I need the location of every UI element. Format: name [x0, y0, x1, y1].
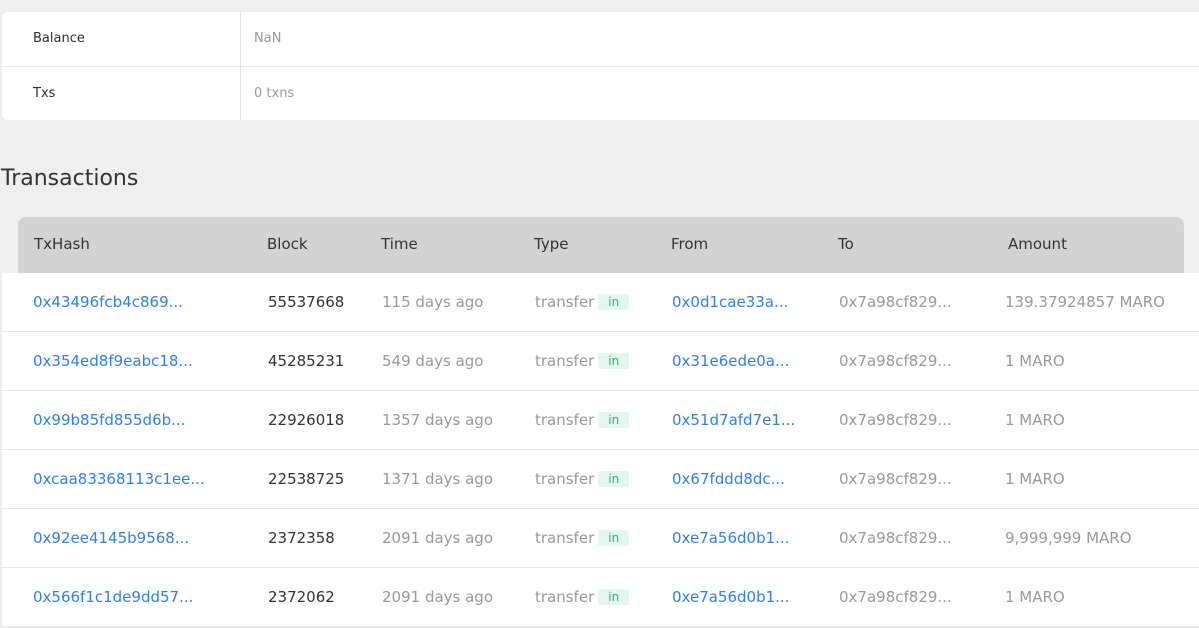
tx-time: 1371 days ago — [382, 470, 494, 488]
txs-row: Txs 0 txns — [2, 66, 1199, 120]
tx-to: 0x7a98cf829... — [839, 411, 952, 429]
tx-time: 1357 days ago — [382, 411, 494, 429]
tx-type-label: transfer — [535, 411, 595, 429]
tx-time: 549 days ago — [382, 352, 484, 370]
tx-type: transfer in — [535, 352, 630, 370]
tx-block: 45285231 — [268, 352, 345, 370]
tx-block: 55537668 — [268, 293, 345, 311]
tx-to: 0x7a98cf829... — [839, 352, 952, 370]
balance-row: Balance NaN — [2, 12, 1199, 66]
transactions-title: Transactions — [1, 166, 139, 191]
tx-from-link[interactable]: 0xe7a56d0b1... — [672, 529, 789, 547]
direction-badge: in — [598, 353, 630, 369]
tx-time: 115 days ago — [382, 293, 484, 311]
table-row: 0x92ee4145b9568... 2372358 2091 days ago… — [2, 509, 1199, 568]
tx-amount: 1 MARO — [1005, 411, 1065, 429]
header-time: Time — [381, 235, 418, 253]
tx-type-label: transfer — [535, 529, 595, 547]
tx-hash-link[interactable]: 0x43496fcb4c869... — [33, 293, 183, 311]
tx-block: 22538725 — [268, 470, 345, 488]
tx-hash-link[interactable]: 0x92ee4145b9568... — [33, 529, 189, 547]
tx-type: transfer in — [535, 470, 630, 488]
header-to: To — [838, 235, 854, 253]
tx-time: 2091 days ago — [382, 588, 494, 606]
direction-badge: in — [598, 530, 630, 546]
balance-label: Balance — [33, 31, 85, 46]
tx-to: 0x7a98cf829... — [839, 529, 952, 547]
tx-hash-link[interactable]: 0x566f1c1de9dd57... — [33, 588, 193, 606]
tx-from-link[interactable]: 0xe7a56d0b1... — [672, 588, 789, 606]
tx-type: transfer in — [535, 588, 630, 606]
tx-time: 2091 days ago — [382, 529, 494, 547]
tx-to: 0x7a98cf829... — [839, 293, 952, 311]
header-txhash: TxHash — [34, 235, 90, 253]
tx-type-label: transfer — [535, 588, 595, 606]
tx-from-link[interactable]: 0x0d1cae33a... — [672, 293, 788, 311]
table-row: 0x43496fcb4c869... 55537668 115 days ago… — [2, 273, 1199, 332]
tx-type: transfer in — [535, 411, 630, 429]
tx-amount: 1 MARO — [1005, 352, 1065, 370]
direction-badge: in — [598, 412, 630, 428]
tx-to: 0x7a98cf829... — [839, 470, 952, 488]
header-type: Type — [534, 235, 569, 253]
tx-from-link[interactable]: 0x67fddd8dc... — [672, 470, 785, 488]
header-from: From — [671, 235, 709, 253]
tx-amount: 139.37924857 MARO — [1005, 293, 1165, 311]
account-info-card: Balance NaN Txs 0 txns — [2, 12, 1199, 120]
table-body: 0x43496fcb4c869... 55537668 115 days ago… — [2, 273, 1199, 627]
tx-from-link[interactable]: 0x51d7afd7e1... — [672, 411, 795, 429]
tx-hash-link[interactable]: 0x99b85fd855d6b... — [33, 411, 185, 429]
tx-type-label: transfer — [535, 352, 595, 370]
direction-badge: in — [598, 471, 630, 487]
tx-type: transfer in — [535, 293, 630, 311]
table-row: 0x354ed8f9eabc18... 45285231 549 days ag… — [2, 332, 1199, 391]
tx-to: 0x7a98cf829... — [839, 588, 952, 606]
tx-type-label: transfer — [535, 470, 595, 488]
balance-value: NaN — [254, 31, 282, 46]
txs-value: 0 txns — [254, 86, 295, 101]
table-row: 0x566f1c1de9dd57... 2372062 2091 days ag… — [2, 568, 1199, 627]
tx-block: 2372358 — [268, 529, 335, 547]
direction-badge: in — [598, 294, 630, 310]
table-row: 0x99b85fd855d6b... 22926018 1357 days ag… — [2, 391, 1199, 450]
tx-amount: 1 MARO — [1005, 588, 1065, 606]
table-row: 0xcaa83368113c1ee... 22538725 1371 days … — [2, 450, 1199, 509]
tx-amount: 9,999,999 MARO — [1005, 529, 1132, 547]
tx-block: 22926018 — [268, 411, 345, 429]
tx-amount: 1 MARO — [1005, 470, 1065, 488]
tx-hash-link[interactable]: 0xcaa83368113c1ee... — [33, 470, 205, 488]
tx-type: transfer in — [535, 529, 630, 547]
table-header: TxHash Block Time Type From To Amount — [18, 217, 1184, 273]
tx-from-link[interactable]: 0x31e6ede0a... — [672, 352, 789, 370]
tx-hash-link[interactable]: 0x354ed8f9eabc18... — [33, 352, 193, 370]
tx-block: 2372062 — [268, 588, 335, 606]
tx-type-label: transfer — [535, 293, 595, 311]
header-amount: Amount — [1008, 235, 1067, 253]
txs-label: Txs — [33, 86, 56, 101]
direction-badge: in — [598, 589, 630, 605]
header-block: Block — [267, 235, 308, 253]
